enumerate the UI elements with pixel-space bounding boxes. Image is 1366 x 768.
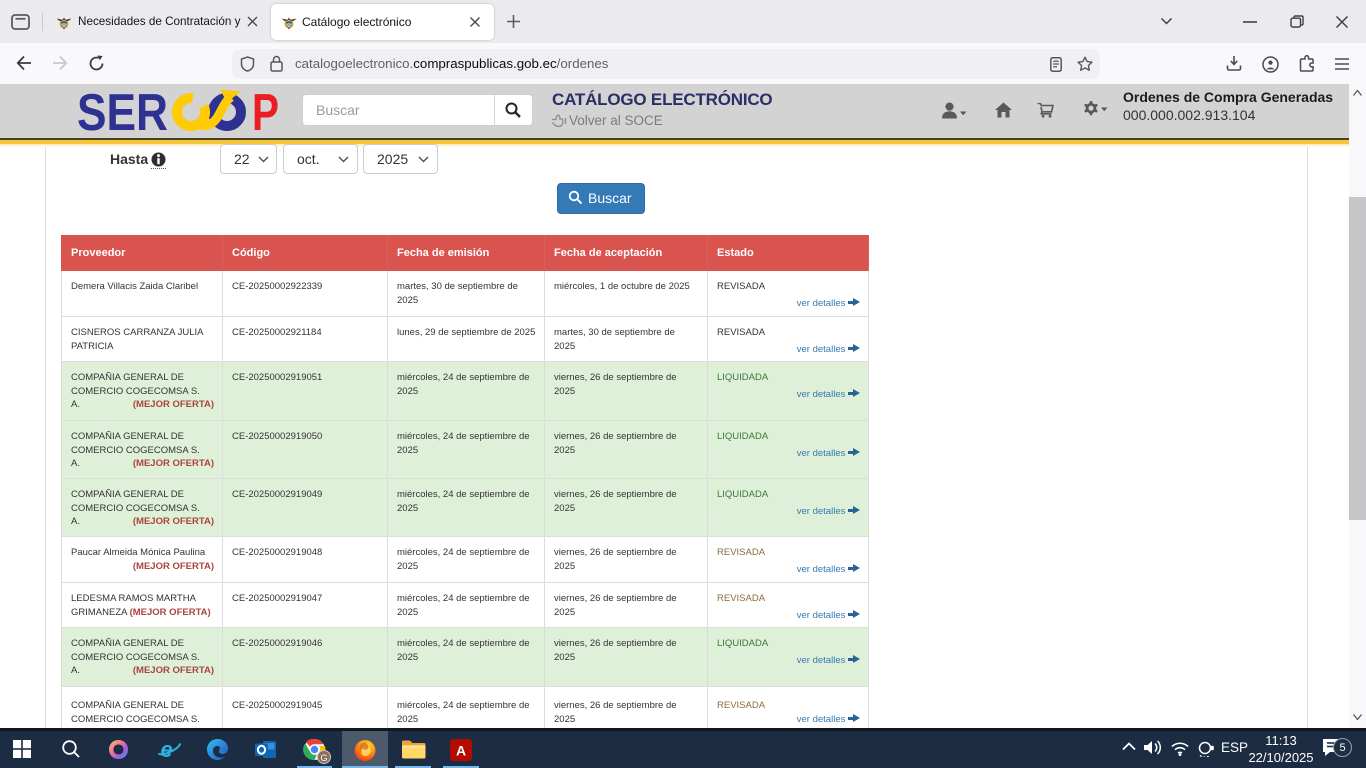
- svg-text:e: e: [161, 737, 173, 762]
- svg-text:A: A: [456, 743, 466, 759]
- svg-text:SER: SER: [77, 87, 168, 135]
- svg-text:P: P: [252, 87, 279, 135]
